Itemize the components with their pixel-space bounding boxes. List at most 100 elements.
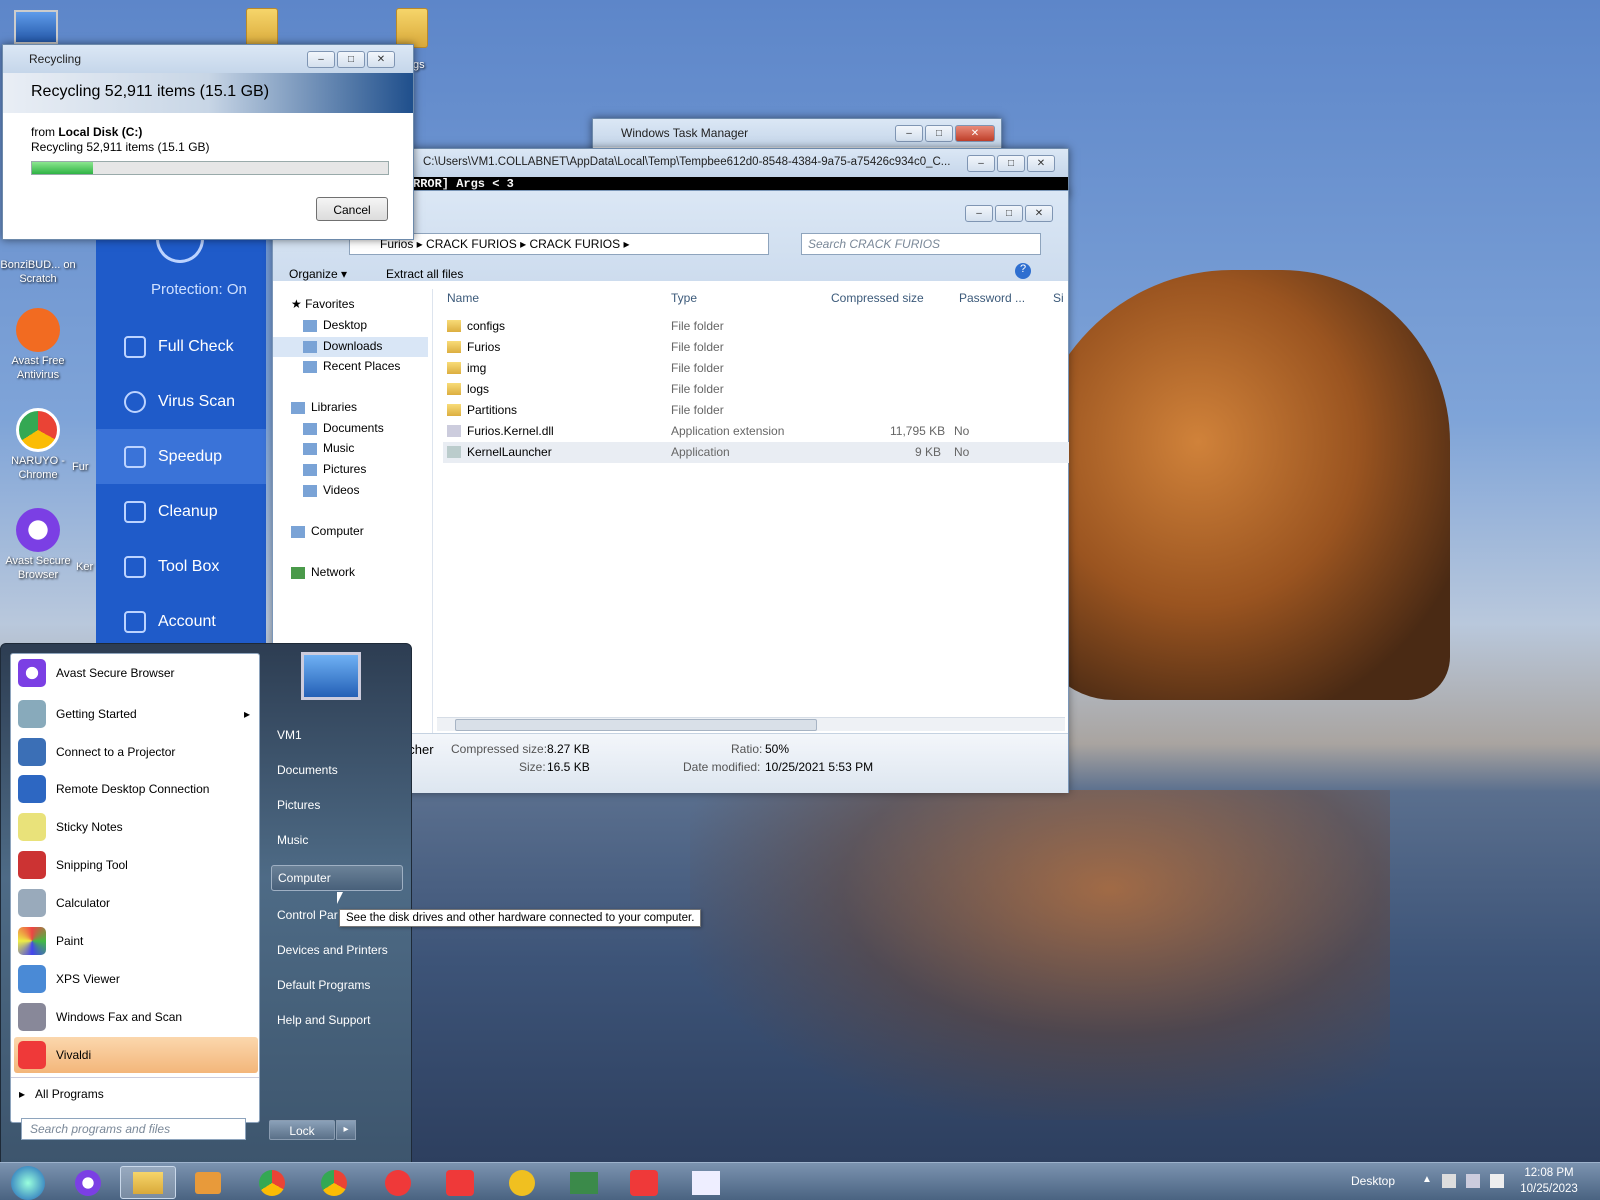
start-right-vm1[interactable]: VM1 [271,722,403,748]
program-avast-secure-browser[interactable]: Avast Secure Browser [14,655,258,691]
close-button[interactable]: ✕ [1025,205,1053,222]
taskbar-vivaldi-3[interactable] [616,1166,672,1199]
desktop-folder-icon[interactable] [396,8,428,48]
minimize-button[interactable]: – [895,125,923,142]
desktop-toolbar[interactable]: Desktop [1351,1174,1395,1188]
avast-full-check[interactable]: Full Check [96,319,266,374]
start-right-default-programs[interactable]: Default Programs [271,972,403,998]
desktop-folder-icon[interactable] [246,8,278,48]
nav-downloads[interactable]: Downloads [273,337,428,357]
taskbar-explorer[interactable] [120,1166,176,1199]
horizontal-scrollbar[interactable] [437,717,1065,731]
taskbar-app[interactable] [678,1166,734,1199]
taskbar-vivaldi-2[interactable] [432,1166,488,1199]
start-right-devices[interactable]: Devices and Printers [271,937,403,963]
start-search-input[interactable]: Search programs and files [21,1118,246,1140]
avast-virus-scan[interactable]: Virus Scan [96,374,266,429]
desktop-icon-avast-free[interactable]: Avast Free Antivirus [0,308,76,382]
nav-documents[interactable]: Documents [303,421,384,435]
organize-button[interactable]: Organize ▾ [289,267,347,281]
action-center-icon[interactable] [1442,1174,1456,1188]
nav-music[interactable]: Music [303,441,354,455]
file-row[interactable]: Furios.Kernel.dll Application extension 11… [443,421,1069,442]
avast-cleanup[interactable]: Cleanup [96,484,266,539]
close-button[interactable]: ✕ [1027,155,1055,172]
maximize-button[interactable]: □ [337,51,365,68]
col-size[interactable]: Si [1053,291,1064,305]
start-right-music[interactable]: Music [271,827,403,853]
computer-desktop-icon[interactable] [14,10,58,44]
nav-network[interactable]: Network [291,565,355,579]
maximize-button[interactable]: □ [995,205,1023,222]
breadcrumb-item[interactable]: CRACK FURIOS [529,237,620,251]
extract-all-button[interactable]: Extract all files [386,267,463,281]
col-type[interactable]: Type [671,291,697,305]
avast-toolbox[interactable]: Tool Box [96,539,266,594]
nav-pictures[interactable]: Pictures [303,462,366,476]
start-right-pictures[interactable]: Pictures [271,792,403,818]
file-row-selected[interactable]: KernelLauncher Application 9 KB No [443,442,1069,463]
minimize-button[interactable]: – [967,155,995,172]
start-right-documents[interactable]: Documents [271,757,403,783]
start-button[interactable] [0,1165,56,1200]
lock-button[interactable]: Lock [269,1120,335,1140]
program-connect-projector[interactable]: Connect to a Projector [14,734,258,770]
nav-computer[interactable]: Computer [291,524,364,538]
scrollbar-thumb[interactable] [455,719,817,731]
taskbar-chrome[interactable] [244,1166,300,1199]
nav-favorites[interactable]: ★ Favorites [291,297,354,311]
desktop-icon-bonzi[interactable]: BonziBUD... on Scratch [0,258,76,286]
nav-desktop[interactable]: Desktop [303,318,367,332]
taskbar-media[interactable] [180,1166,236,1199]
cancel-button[interactable]: Cancel [316,197,388,221]
program-xps-viewer[interactable]: XPS Viewer [14,961,258,997]
taskbar-chrome-2[interactable] [306,1166,362,1199]
taskbar-task-manager[interactable] [556,1166,612,1199]
file-row[interactable]: Furios File folder [443,337,1069,358]
maximize-button[interactable]: □ [997,155,1025,172]
taskbar-vivaldi[interactable] [370,1166,426,1199]
program-snipping-tool[interactable]: Snipping Tool [14,847,258,883]
close-button[interactable]: ✕ [955,125,995,142]
avast-speedup[interactable]: Speedup [96,429,266,484]
help-icon[interactable]: ? [1015,263,1031,279]
program-sticky-notes[interactable]: Sticky Notes [14,809,258,845]
desktop-icon-avast-secure[interactable]: Avast Secure Browser [0,508,76,582]
desktop-icon-chrome[interactable]: NARUYO - Chrome [0,408,76,482]
program-paint[interactable]: Paint [14,923,258,959]
minimize-button[interactable]: – [307,51,335,68]
nav-recent-places[interactable]: Recent Places [303,359,400,373]
network-icon[interactable] [1466,1174,1480,1188]
close-button[interactable]: ✕ [367,51,395,68]
breadcrumb-item[interactable]: CRACK FURIOS [426,237,517,251]
program-getting-started[interactable]: Getting Started ▸ [14,696,258,732]
avast-account[interactable]: Account [96,594,266,649]
program-fax-scan[interactable]: Windows Fax and Scan [14,999,258,1035]
lock-options-arrow[interactable]: ▸ [336,1120,356,1140]
program-vivaldi[interactable]: Vivaldi [14,1037,258,1073]
console-window[interactable]: C:\Users\VM1.COLLABNET\AppData\Local\Tem… [410,148,1069,196]
col-password[interactable]: Password ... [959,291,1025,305]
start-right-computer[interactable]: Computer [271,865,403,891]
search-input[interactable]: Search CRACK FURIOS [801,233,1041,255]
recycling-dialog[interactable]: Recycling – □ ✕ Recycling 52,911 items (15… [2,44,414,240]
file-row[interactable]: img File folder [443,358,1069,379]
col-name[interactable]: Name [447,291,479,305]
col-compressed[interactable]: Compressed size [831,291,924,305]
nav-videos[interactable]: Videos [303,483,359,497]
file-row[interactable]: Partitions File folder [443,400,1069,421]
volume-muted-icon[interactable] [1490,1174,1504,1188]
all-programs-button[interactable]: ▸ All Programs [19,1087,104,1101]
taskbar-avast-secure[interactable] [60,1166,116,1199]
minimize-button[interactable]: – [965,205,993,222]
file-row[interactable]: configs File folder [443,316,1069,337]
start-right-help[interactable]: Help and Support [271,1007,403,1033]
tray-expand-icon[interactable]: ▲ [1422,1174,1432,1185]
nav-libraries[interactable]: Libraries [291,400,357,414]
maximize-button[interactable]: □ [925,125,953,142]
clock[interactable]: 12:08 PM 10/25/2023 [1516,1165,1582,1197]
file-row[interactable]: logs File folder [443,379,1069,400]
program-calculator[interactable]: Calculator [14,885,258,921]
taskbar-plus-app[interactable] [494,1166,550,1199]
program-remote-desktop[interactable]: Remote Desktop Connection [14,771,258,807]
